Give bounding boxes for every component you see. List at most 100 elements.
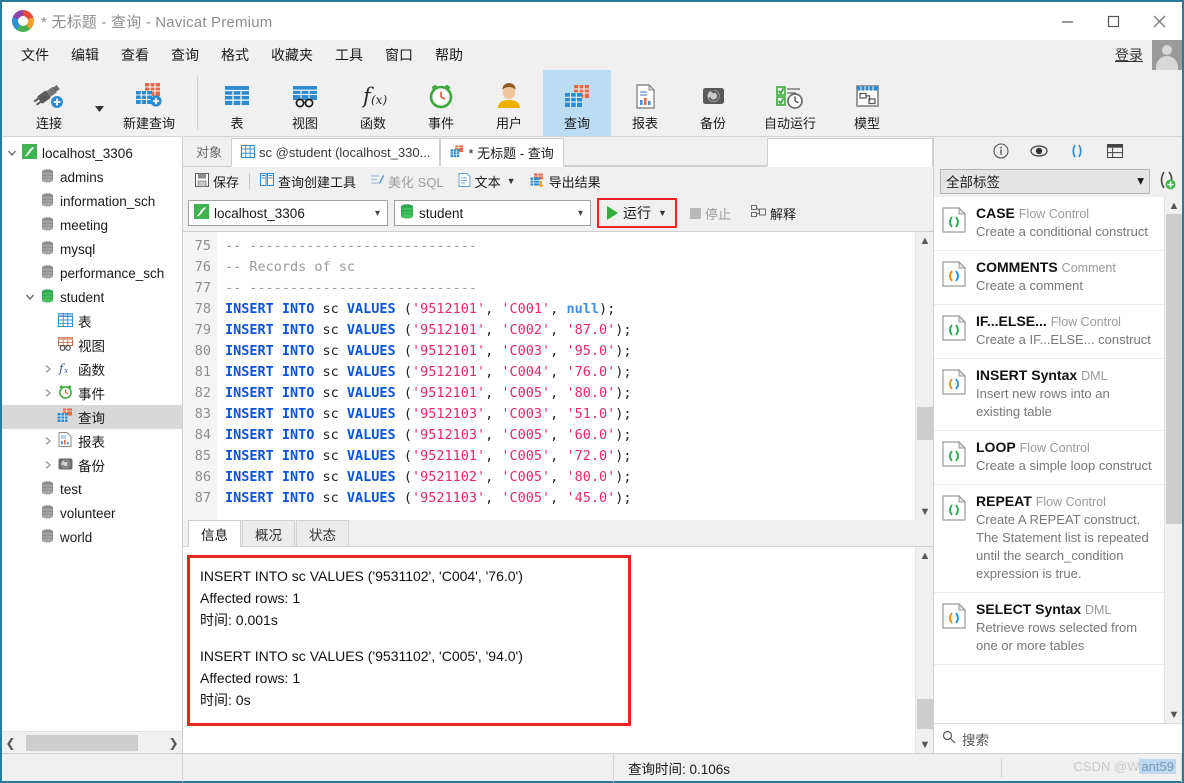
run-button[interactable]: 运行 ▼ bbox=[603, 201, 671, 225]
tab-objects[interactable]: 对象 bbox=[187, 137, 232, 166]
tree-node-student[interactable]: student bbox=[2, 285, 182, 309]
query-builder-button[interactable]: 查询创建工具 bbox=[253, 170, 363, 193]
chevron-down-icon[interactable] bbox=[4, 148, 20, 158]
tree-node-test[interactable]: test bbox=[2, 477, 182, 501]
code-parens-icon[interactable] bbox=[1068, 142, 1086, 160]
menu-file[interactable]: 文件 bbox=[10, 41, 60, 69]
tree-node-world[interactable]: world bbox=[2, 525, 182, 549]
chevron-right-icon[interactable] bbox=[40, 460, 56, 470]
explain-button[interactable]: 解释 bbox=[744, 202, 803, 225]
snippets-search-row[interactable]: 搜索 bbox=[934, 723, 1182, 753]
menu-edit[interactable]: 编辑 bbox=[60, 41, 110, 69]
snippets-scroll-down-icon[interactable]: ▼ bbox=[1165, 706, 1182, 723]
tab-untitled-query[interactable]: * 无标题 - 查询 bbox=[440, 138, 564, 167]
toolbar-item-view[interactable]: 视图 bbox=[271, 70, 339, 136]
tag-filter-select[interactable]: 全部标签 ▾ bbox=[940, 168, 1150, 194]
toolbar-item-table[interactable]: 表 bbox=[203, 70, 271, 136]
tree-node--[interactable]: 事件 bbox=[2, 381, 182, 405]
text-dropdown-caret-icon[interactable]: ▼ bbox=[507, 176, 516, 186]
results-vertical-scrollbar[interactable]: ▲ ▼ bbox=[915, 547, 933, 753]
tree-node--[interactable]: 视图 bbox=[2, 333, 182, 357]
editor-scroll-down-icon[interactable]: ▼ bbox=[916, 503, 934, 520]
results-scroll-down-icon[interactable]: ▼ bbox=[916, 736, 934, 753]
chevron-down-icon[interactable] bbox=[22, 292, 38, 302]
snippets-scroll-up-icon[interactable]: ▲ bbox=[1165, 197, 1182, 214]
editor-scroll-thumb[interactable] bbox=[917, 407, 933, 440]
snippet-item[interactable]: IF...ELSE... Flow Control Create a IF...EL… bbox=[934, 305, 1164, 359]
toolbar-item-connection[interactable]: 连接 bbox=[6, 70, 92, 136]
grid-icon[interactable] bbox=[1106, 142, 1124, 160]
snippet-item[interactable]: INSERT Syntax DML Insert new rows into an … bbox=[934, 359, 1164, 431]
snippet-item[interactable]: COMMENTS Comment Create a comment bbox=[934, 251, 1164, 305]
info-icon[interactable] bbox=[992, 142, 1010, 160]
tree-node-volunteer[interactable]: volunteer bbox=[2, 501, 182, 525]
tree-node-performance_sch[interactable]: performance_sch bbox=[2, 261, 182, 285]
login-link[interactable]: 登录 bbox=[1115, 45, 1143, 65]
toolbar-item-automation[interactable]: 自动运行 bbox=[747, 70, 833, 136]
connection-dropdown-caret-icon[interactable] bbox=[92, 70, 106, 136]
menu-help[interactable]: 帮助 bbox=[424, 41, 474, 69]
eye-icon[interactable] bbox=[1030, 142, 1048, 160]
add-snippet-icon[interactable] bbox=[1156, 170, 1176, 193]
menu-view[interactable]: 查看 bbox=[110, 41, 160, 69]
tree-node--[interactable]: 报表 bbox=[2, 429, 182, 453]
sidebar-horizontal-scrollbar[interactable]: ❮ ❯ bbox=[2, 731, 182, 753]
maximize-button[interactable] bbox=[1090, 2, 1136, 40]
scroll-right-icon[interactable]: ❯ bbox=[165, 736, 182, 750]
database-select[interactable]: student ▾ bbox=[394, 200, 591, 226]
tab-table-sc[interactable]: sc @student (localhost_330... bbox=[231, 138, 441, 167]
toolbar-item-model[interactable]: 模型 bbox=[833, 70, 901, 136]
avatar[interactable] bbox=[1152, 40, 1182, 70]
snippet-item[interactable]: REPEAT Flow Control Create A REPEAT constr… bbox=[934, 485, 1164, 593]
export-result-button[interactable]: 导出结果 bbox=[523, 170, 608, 193]
tree-node--[interactable]: 表 bbox=[2, 309, 182, 333]
toolbar-item-backup[interactable]: 备份 bbox=[679, 70, 747, 136]
results-tab-0[interactable]: 信息 bbox=[188, 520, 241, 547]
toolbar-item-report[interactable]: 报表 bbox=[611, 70, 679, 136]
results-scroll-up-icon[interactable]: ▲ bbox=[916, 547, 934, 564]
connection-chevron-down-icon[interactable]: ▾ bbox=[372, 208, 383, 219]
snippet-item[interactable]: CASE Flow Control Create a conditional con… bbox=[934, 197, 1164, 251]
tree-node-information_sch[interactable]: information_sch bbox=[2, 189, 182, 213]
sql-code[interactable]: -- ---------------------------- -- Record… bbox=[217, 232, 915, 520]
snippets-vertical-scrollbar[interactable]: ▲ ▼ bbox=[1164, 197, 1182, 723]
menu-window[interactable]: 窗口 bbox=[374, 41, 424, 69]
menu-query[interactable]: 查询 bbox=[160, 41, 210, 69]
connection-select[interactable]: localhost_3306 ▾ bbox=[188, 200, 388, 226]
toolbar-item-event[interactable]: 事件 bbox=[407, 70, 475, 136]
tree-node--[interactable]: 查询 bbox=[2, 405, 182, 429]
save-button[interactable]: 保存 bbox=[188, 170, 246, 193]
results-scroll-thumb[interactable] bbox=[917, 699, 933, 729]
tree-node--[interactable]: f x 函数 bbox=[2, 357, 182, 381]
database-chevron-down-icon[interactable]: ▾ bbox=[575, 208, 586, 219]
snippets-scroll-thumb[interactable] bbox=[1166, 214, 1182, 524]
tree-node-meeting[interactable]: meeting bbox=[2, 213, 182, 237]
chevron-right-icon[interactable] bbox=[40, 388, 56, 398]
tree-node--[interactable]: 备份 bbox=[2, 453, 182, 477]
editor-vertical-scrollbar[interactable]: ▲ ▼ bbox=[915, 232, 933, 520]
menu-favorites[interactable]: 收藏夹 bbox=[260, 41, 324, 69]
results-tab-2[interactable]: 状态 bbox=[296, 520, 349, 546]
beautify-sql-button[interactable]: 美化 SQL bbox=[363, 170, 451, 193]
editor-scroll-up-icon[interactable]: ▲ bbox=[916, 232, 934, 249]
snippets-search-input[interactable]: 搜索 bbox=[962, 729, 989, 749]
snippet-item[interactable]: SELECT Syntax DML Retrieve rows selected f… bbox=[934, 593, 1164, 665]
minimize-button[interactable] bbox=[1044, 2, 1090, 40]
scroll-track[interactable] bbox=[19, 732, 165, 754]
scroll-thumb[interactable] bbox=[26, 734, 138, 751]
snippet-item[interactable]: LOOP Flow Control Create a simple loop con… bbox=[934, 431, 1164, 485]
run-dropdown-caret-icon[interactable]: ▼ bbox=[658, 208, 667, 218]
toolbar-item-function[interactable]: f (x) 函数 bbox=[339, 70, 407, 136]
menu-tools[interactable]: 工具 bbox=[324, 41, 374, 69]
toolbar-item-query[interactable]: 查询 bbox=[543, 70, 611, 136]
tree-node-admins[interactable]: admins bbox=[2, 165, 182, 189]
snippets-list[interactable]: CASE Flow Control Create a conditional con… bbox=[934, 197, 1164, 723]
toolbar-item-new-query[interactable]: 新建查询 bbox=[106, 70, 192, 136]
tree-node-localhost_3306[interactable]: localhost_3306 bbox=[2, 141, 182, 165]
menu-format[interactable]: 格式 bbox=[210, 41, 260, 69]
scroll-left-icon[interactable]: ❮ bbox=[2, 736, 19, 750]
sql-editor[interactable]: 75 76 77 78 79 80 81 82 83 84 85 86 87 -- ----------… bbox=[183, 232, 915, 520]
chevron-right-icon[interactable] bbox=[40, 364, 56, 374]
toolbar-item-user[interactable]: 用户 bbox=[475, 70, 543, 136]
close-button[interactable] bbox=[1136, 2, 1182, 40]
